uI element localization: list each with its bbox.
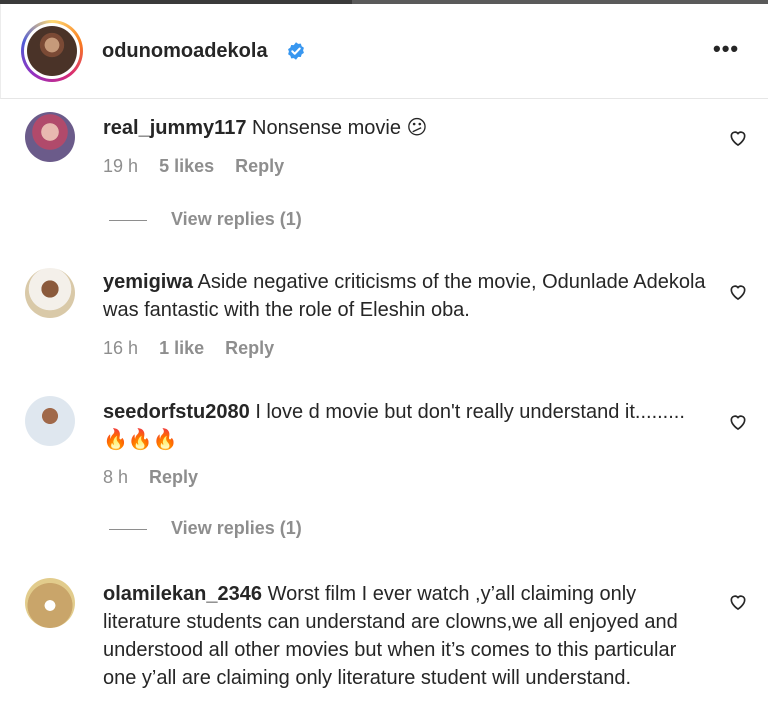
comment-text: olamilekan_2346 Worst film I ever watch … [103,580,713,692]
comment-text: yemigiwa Aside negative criticisms of th… [103,268,713,324]
comment-username[interactable]: olamilekan_2346 [103,583,262,605]
commenter-avatar[interactable] [25,578,75,628]
reply-button[interactable]: Reply [225,338,274,358]
comment-text: real_jummy117 Nonsense movie 😕 [103,114,713,142]
comment-username[interactable]: yemigiwa [103,271,193,293]
owner-avatar[interactable] [21,20,83,82]
like-heart-icon[interactable] [728,592,748,612]
reply-button[interactable]: Reply [149,467,198,487]
verified-badge-icon [288,42,304,60]
more-options-button[interactable]: ••• [713,38,739,60]
like-heart-icon[interactable] [728,282,748,302]
comment-username[interactable]: seedorfstu2080 [103,401,250,423]
comment-time: 8 h [103,467,129,487]
comment-time: 19 h [103,156,139,176]
owner-username[interactable]: odunomoadekola [102,40,268,63]
view-replies-button[interactable]: View replies (1) [109,209,302,230]
view-replies-button[interactable]: View replies (1) [109,518,302,539]
commenter-avatar[interactable] [25,268,75,318]
comment-username[interactable]: real_jummy117 [103,117,246,139]
commenter-avatar[interactable] [25,396,75,446]
comment-body: I love d movie but don't really understa… [255,401,685,423]
comment-likes[interactable]: 5 likes [159,156,214,176]
fire-emoji: 🔥🔥🔥 [103,429,178,451]
comment-time: 16 h [103,338,139,358]
commenter-avatar[interactable] [25,112,75,162]
replies-divider [109,528,147,530]
replies-divider [109,219,147,221]
comment-body: Aside negative criticisms of the movie, … [103,271,706,321]
like-heart-icon[interactable] [728,412,748,432]
confused-emoji: 😕 [406,117,428,139]
comment-meta: 19 h 5 likes Reply [103,156,300,177]
comment-meta: 8 h Reply [103,467,214,488]
owner-avatar-photo [27,26,77,76]
comment-body: Nonsense movie [252,117,401,139]
like-heart-icon[interactable] [728,128,748,148]
post-header: odunomoadekola ••• [0,4,768,99]
comment-likes[interactable]: 1 like [159,338,204,358]
comment-text: seedorfstu2080 I love d movie but don't … [103,398,713,454]
comment-meta: 16 h 1 like Reply [103,338,290,359]
reply-button[interactable]: Reply [235,156,284,176]
